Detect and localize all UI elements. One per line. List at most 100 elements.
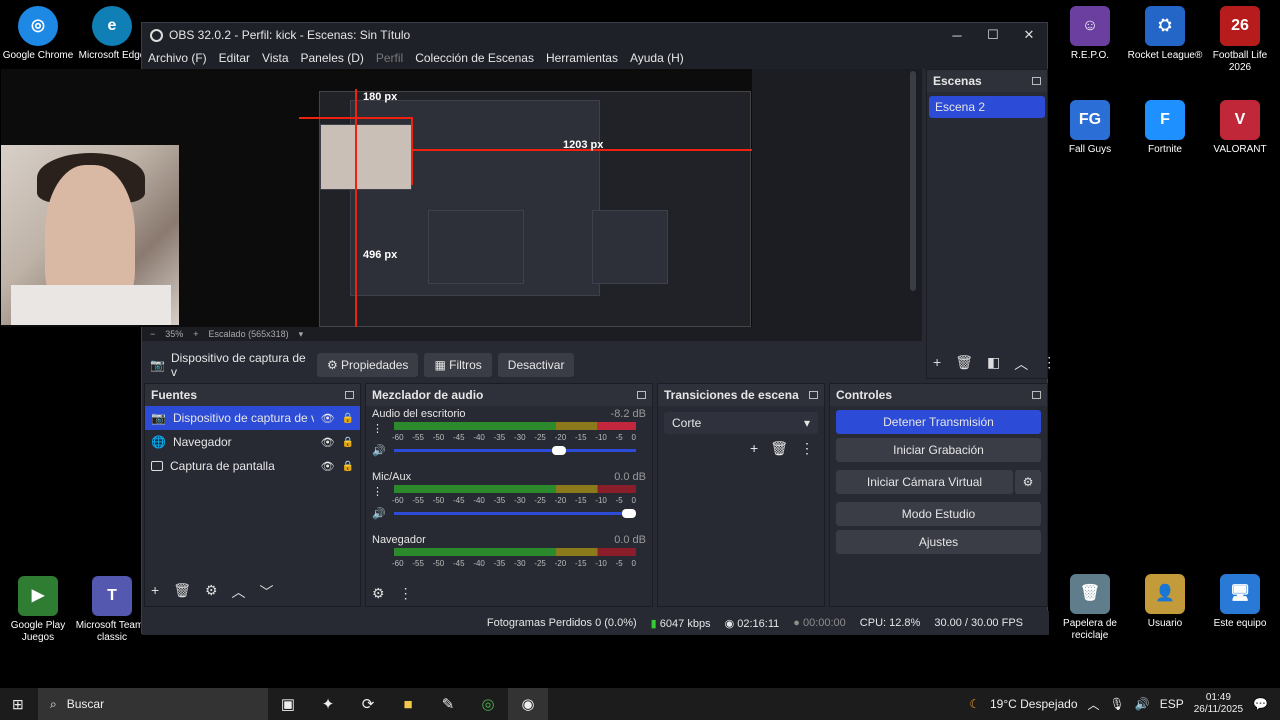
- menu-scene-collection[interactable]: Colección de Escenas: [415, 51, 534, 65]
- mixer-more-icon[interactable]: ⋮: [399, 585, 413, 602]
- windows-start-icon[interactable]: ⊞: [12, 696, 24, 713]
- undock-icon[interactable]: [809, 391, 818, 399]
- lock-icon[interactable]: 🔒: [342, 461, 354, 472]
- remove-scene-icon[interactable]: 🗑: [955, 354, 973, 374]
- remove-source-icon[interactable]: 🗑: [173, 582, 191, 602]
- copilot-icon[interactable]: ✦: [308, 695, 348, 713]
- clock[interactable]: 01:49 26/11/2025: [1194, 692, 1243, 716]
- maximize-button[interactable]: ☐: [975, 27, 1011, 43]
- close-button[interactable]: ✕: [1011, 27, 1047, 43]
- scaling-dropdown-icon[interactable]: ▾: [299, 329, 304, 340]
- add-source-icon[interactable]: +: [151, 582, 159, 602]
- app-icon[interactable]: ⟳: [348, 695, 388, 713]
- undock-icon[interactable]: [1032, 77, 1041, 85]
- zoom-out-icon[interactable]: −: [150, 329, 155, 339]
- menu-tools[interactable]: Herramientas: [546, 51, 618, 65]
- properties-button[interactable]: ⚙ Propiedades: [316, 353, 419, 377]
- transition-more-icon[interactable]: ⋮: [800, 440, 814, 457]
- menu-view[interactable]: Vista: [262, 51, 288, 65]
- volume-knob[interactable]: [552, 446, 566, 455]
- mixer-settings-icon[interactable]: ⚙: [372, 585, 385, 602]
- pen-icon[interactable]: ✎: [428, 695, 468, 713]
- move-scene-up-icon[interactable]: ︿: [1014, 354, 1028, 374]
- settings-button[interactable]: Ajustes: [836, 530, 1041, 554]
- scene-filters-icon[interactable]: ◧: [987, 354, 1000, 374]
- meter-tick: -55: [412, 496, 424, 505]
- virtual-cam-settings-button[interactable]: ⚙: [1015, 470, 1041, 494]
- menu-edit[interactable]: Editar: [219, 51, 250, 65]
- search-icon: ⌕: [50, 696, 57, 711]
- clock-date: 26/11/2025: [1193, 704, 1244, 715]
- visibility-eye-icon[interactable]: 👁: [321, 460, 335, 473]
- scene-more-icon[interactable]: ⋮: [1042, 354, 1056, 374]
- notifications-icon[interactable]: 💬: [1253, 697, 1268, 711]
- studio-mode-button[interactable]: Modo Estudio: [836, 502, 1041, 526]
- menu-help[interactable]: Ayuda (H): [630, 51, 684, 65]
- minimize-button[interactable]: ─: [939, 28, 975, 43]
- preview-canvas[interactable]: 180 px 1203 px 496 px: [1, 69, 752, 327]
- desktop-icon-label: Microsoft Teams classic: [75, 620, 149, 643]
- preview-area[interactable]: 180 px 1203 px 496 px − 35% + Escalado (…: [1, 69, 922, 341]
- obs-taskbar-icon[interactable]: ◉: [508, 688, 548, 720]
- move-source-down-icon[interactable]: ﹀: [260, 582, 274, 602]
- undock-icon[interactable]: [637, 391, 646, 399]
- filters-button[interactable]: ▦ Filtros: [424, 353, 492, 377]
- volume-slider[interactable]: [394, 509, 636, 518]
- channel-menu-icon[interactable]: ⋮: [372, 485, 383, 498]
- remove-transition-icon[interactable]: 🗑: [770, 440, 788, 457]
- stop-stream-button[interactable]: Detener Transmisión: [836, 410, 1041, 434]
- add-scene-icon[interactable]: +: [933, 354, 941, 374]
- menu-docks[interactable]: Paneles (D): [301, 51, 364, 65]
- desktop-icon-user[interactable]: 👤 Usuario: [1127, 574, 1203, 630]
- start-recording-button[interactable]: Iniciar Grabación: [836, 438, 1041, 462]
- visibility-eye-icon[interactable]: 👁: [321, 436, 335, 449]
- undock-icon[interactable]: [345, 391, 354, 399]
- chevron-up-icon[interactable]: ︿: [1088, 696, 1100, 713]
- controls-dock: Controles Detener Transmisión Iniciar Gr…: [829, 383, 1048, 607]
- desktop-icon-play-games[interactable]: ▶ Google Play Juegos: [0, 576, 76, 644]
- desktop-icon-chrome[interactable]: ◎ Google Chrome: [0, 6, 76, 62]
- desktop-icon-fortnite[interactable]: F Fortnite: [1127, 100, 1203, 156]
- source-item[interactable]: Captura de pantalla 👁 🔒: [145, 454, 360, 478]
- volume-slider[interactable]: [394, 446, 636, 455]
- chrome-taskbar-icon[interactable]: ◎: [468, 695, 508, 713]
- deactivate-button[interactable]: Desactivar: [497, 353, 575, 377]
- channel-menu-icon[interactable]: ⋮: [372, 422, 383, 435]
- lock-icon[interactable]: 🔒: [342, 437, 354, 448]
- desktop-icon-valorant[interactable]: V VALORANT: [1202, 100, 1278, 156]
- preview-scrollbar-vertical[interactable]: [910, 71, 916, 291]
- speaker-icon[interactable]: 🔊: [372, 444, 386, 457]
- volume-icon[interactable]: 🔊: [1135, 697, 1150, 711]
- language-indicator[interactable]: ESP: [1160, 697, 1184, 711]
- desktop-icon-repo[interactable]: ☺ R.E.P.O.: [1052, 6, 1128, 62]
- speaker-icon[interactable]: 🔊: [372, 507, 386, 520]
- transition-select[interactable]: Corte ▾: [664, 412, 818, 434]
- volume-knob[interactable]: [622, 509, 636, 518]
- start-virtual-cam-button[interactable]: Iniciar Cámara Virtual: [836, 470, 1013, 494]
- menu-file[interactable]: Archivo (F): [148, 51, 207, 65]
- microphone-icon[interactable]: 🎙: [1110, 697, 1125, 711]
- menu-profile[interactable]: Perfil: [376, 51, 403, 65]
- weather-text[interactable]: 19°C Despejado: [990, 697, 1078, 711]
- desktop-icon-rocket-league[interactable]: ⛭ Rocket League®: [1127, 6, 1203, 62]
- move-source-up-icon[interactable]: ︿: [232, 582, 246, 602]
- source-item[interactable]: 🌐 Navegador 👁 🔒: [145, 430, 360, 454]
- desktop-icon-football-life[interactable]: 26 Football Life 2026: [1202, 6, 1278, 74]
- task-view-icon[interactable]: ▣: [268, 695, 308, 713]
- lock-icon[interactable]: 🔒: [342, 413, 354, 424]
- undock-icon[interactable]: [1032, 391, 1041, 399]
- visibility-eye-icon[interactable]: 👁: [321, 412, 335, 425]
- desktop-icon-recycle-bin[interactable]: 🗑 Papelera de reciclaje: [1052, 574, 1128, 642]
- desktop-icon-teams[interactable]: T Microsoft Teams classic: [74, 576, 150, 644]
- desktop-icon-edge[interactable]: e Microsoft Edge: [74, 6, 150, 62]
- file-explorer-icon[interactable]: ■: [388, 696, 428, 713]
- add-transition-icon[interactable]: +: [750, 440, 758, 457]
- source-settings-icon[interactable]: ⚙: [205, 582, 218, 602]
- scene-item[interactable]: Escena 2: [929, 96, 1045, 118]
- desktop-icon-fall-guys[interactable]: FG Fall Guys: [1052, 100, 1128, 156]
- meter-tick: -30: [513, 433, 526, 442]
- zoom-in-icon[interactable]: +: [193, 329, 198, 339]
- source-item[interactable]: 📷 Dispositivo de captura de vide 👁 🔒: [145, 406, 360, 430]
- taskbar-search[interactable]: ⌕ Buscar: [38, 688, 268, 720]
- desktop-icon-this-pc[interactable]: 🖥 Este equipo: [1202, 574, 1278, 630]
